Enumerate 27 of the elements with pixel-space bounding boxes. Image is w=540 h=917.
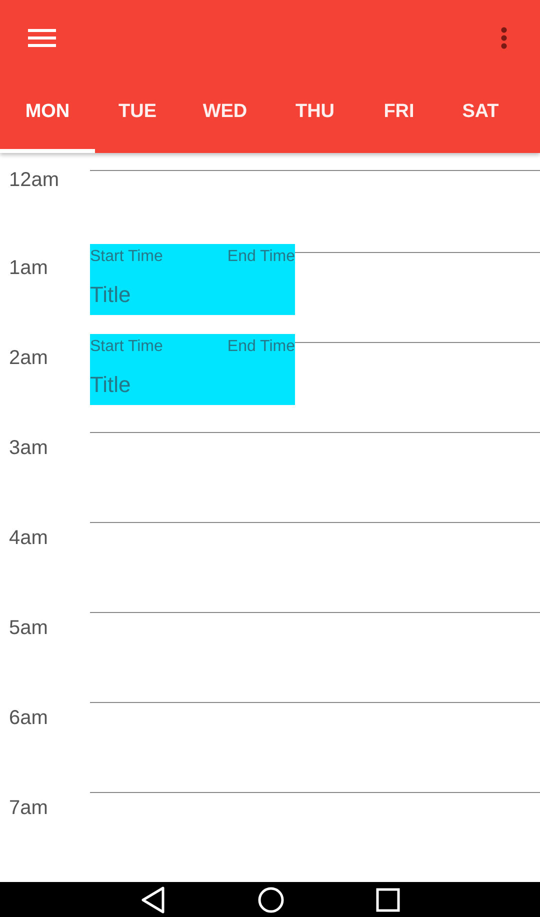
event-card[interactable]: Start Time End Time Title: [90, 334, 295, 405]
event-title: Title: [90, 372, 132, 398]
more-options-icon[interactable]: [500, 26, 508, 50]
hour-label: 12am: [8, 168, 60, 193]
event-start-time: Start Time: [90, 247, 163, 267]
day-tab[interactable]: THU: [270, 75, 360, 153]
home-icon[interactable]: [256, 886, 285, 914]
back-icon[interactable]: [140, 886, 166, 914]
day-tab[interactable]: FRI: [360, 75, 438, 153]
hour-label: 3am: [8, 436, 49, 461]
hour-label: 7am: [8, 796, 49, 821]
hour-label: 1am: [8, 256, 49, 281]
event-card[interactable]: Start Time End Time Title: [90, 244, 295, 315]
day-tab[interactable]: TUE: [95, 75, 180, 153]
day-tab[interactable]: SAT: [438, 75, 523, 153]
hour-label: 5am: [8, 616, 49, 641]
recents-icon[interactable]: [376, 888, 400, 912]
event-start-time: Start Time: [90, 337, 163, 357]
day-tab[interactable]: WED: [180, 75, 270, 153]
event-end-time: End Time: [227, 337, 295, 357]
hour-label: 4am: [8, 526, 49, 551]
hour-label: 2am: [8, 346, 49, 371]
event-title: Title: [90, 282, 132, 308]
menu-icon[interactable]: [28, 28, 56, 48]
hour-label: 6am: [8, 706, 49, 731]
day-tab[interactable]: MON: [0, 75, 95, 153]
event-end-time: End Time: [227, 247, 295, 267]
